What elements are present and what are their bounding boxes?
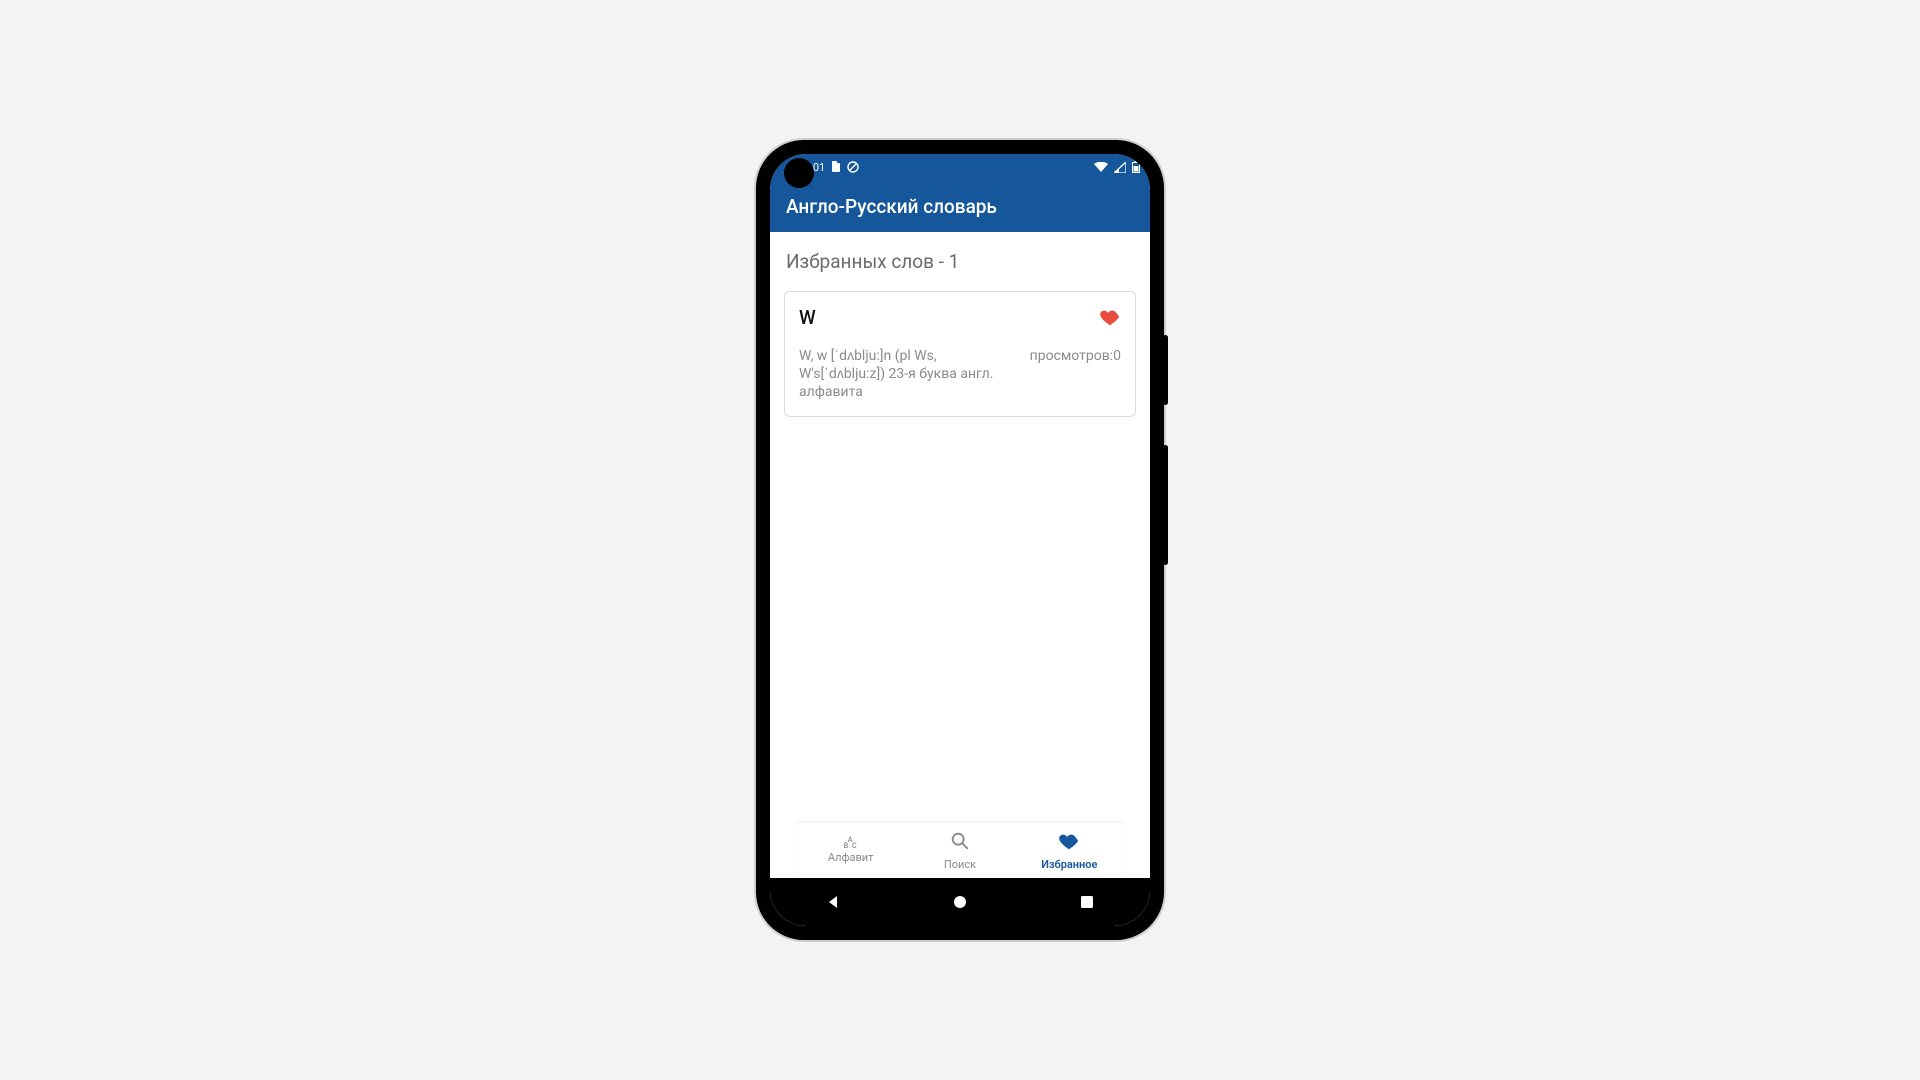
favorite-button[interactable] [1099, 306, 1121, 332]
app-title: Англо-Русский словарь [786, 195, 997, 218]
stage: 1:01 [0, 0, 1920, 1080]
signal-icon [1114, 162, 1126, 173]
nav-alphabet[interactable]: AB C Алфавит [796, 823, 905, 878]
phone-camera [788, 162, 810, 184]
alphabet-icon: AB C [844, 837, 858, 849]
system-nav [770, 878, 1150, 926]
nav-favorites[interactable]: Избранное [1015, 823, 1124, 878]
phone-side-button [1163, 335, 1168, 405]
sys-home-button[interactable] [925, 894, 995, 910]
nav-search[interactable]: Поиск [905, 823, 1014, 878]
nav-label: Поиск [944, 858, 976, 871]
phone-side-button [1163, 445, 1168, 565]
favorites-count: Избранных слов - 1 [786, 250, 1136, 273]
screen: 1:01 [770, 154, 1150, 926]
status-bar: 1:01 [770, 154, 1150, 180]
word-views: просмотров:0 [1030, 348, 1121, 364]
nav-label: Алфавит [828, 851, 874, 864]
heart-icon [1099, 313, 1121, 332]
no-icon [847, 161, 859, 173]
heart-icon [1058, 830, 1080, 856]
sim-icon [831, 161, 841, 173]
battery-icon [1132, 161, 1140, 173]
sys-recent-button[interactable] [1052, 895, 1122, 909]
app-bar: Англо-Русский словарь [770, 180, 1150, 232]
nav-label: Избранное [1041, 858, 1097, 871]
wifi-icon [1094, 162, 1108, 173]
word-title: W [799, 306, 816, 329]
sys-back-button[interactable] [798, 894, 868, 910]
word-definition: W, w [ˈdʌblju:]n (pl Ws, W's[ˈdʌblju:z])… [799, 348, 999, 402]
search-icon [949, 830, 971, 856]
phone-frame: 1:01 [756, 140, 1164, 940]
bottom-nav: AB C Алфавит Поиск Избранное [796, 822, 1124, 878]
word-card[interactable]: W W, w [ˈdʌblju:]n (pl Ws, W's[ˈdʌblju:z… [784, 291, 1136, 417]
